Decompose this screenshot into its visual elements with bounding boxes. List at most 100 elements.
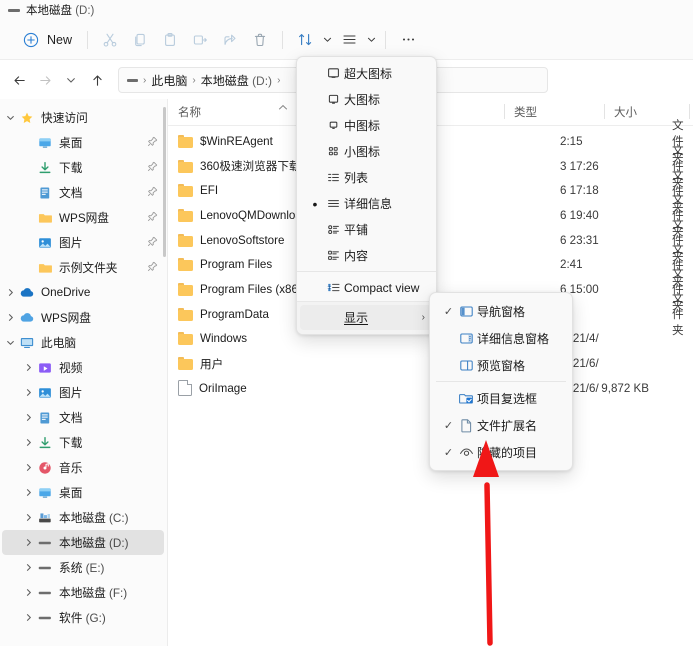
file-date-cell: 3 17:26 — [560, 159, 599, 173]
sidebar-onedrive[interactable]: OneDrive — [2, 280, 164, 305]
sidebar-scrollbar[interactable] — [163, 107, 166, 257]
sidebar-item-label: 本地磁盘 (C:) — [59, 512, 129, 525]
pin-icon[interactable] — [147, 186, 158, 200]
chevron-right-icon[interactable] — [2, 288, 18, 297]
delete-button[interactable] — [245, 26, 275, 54]
chevron-right-icon[interactable] — [20, 588, 36, 597]
chevron-right-icon[interactable] — [20, 388, 36, 397]
sidebar-documents[interactable]: 文档 — [2, 180, 164, 205]
hdd-icon — [36, 610, 54, 626]
sort-button[interactable] — [290, 26, 320, 54]
view-chevron-down-icon[interactable] — [364, 26, 378, 54]
sidebar-drive-c[interactable]: 本地磁盘 (C:) — [2, 505, 164, 530]
share-button[interactable] — [215, 26, 245, 54]
hdd-icon — [36, 535, 54, 551]
sidebar-desktop-pc[interactable]: 桌面 — [2, 480, 164, 505]
chevron-right-icon[interactable] — [2, 313, 18, 322]
chevron-right-icon[interactable] — [20, 363, 36, 372]
chevron-right-icon[interactable] — [20, 613, 36, 622]
sidebar-videos[interactable]: 视频 — [2, 355, 164, 380]
view-button[interactable] — [334, 26, 364, 54]
pin-icon[interactable] — [147, 211, 158, 225]
menu-tiles[interactable]: 平铺 — [300, 217, 433, 242]
recent-locations-button[interactable] — [58, 67, 84, 93]
sidebar-quick-access[interactable]: 快速访问 — [2, 105, 164, 130]
pin-icon[interactable] — [147, 136, 158, 150]
sidebar-drive-e[interactable]: 系统 (E:) — [2, 555, 164, 580]
menu-content[interactable]: 内容 — [300, 243, 433, 268]
menu-show-label: 显示 — [344, 311, 369, 325]
sidebar-pictures[interactable]: 图片 — [2, 230, 164, 255]
menu-extra-large-icons[interactable]: 超大图标 — [300, 61, 433, 86]
breadcrumb-item-drive-d[interactable]: 本地磁盘 (D:) — [201, 72, 272, 89]
sidebar-music[interactable]: 音乐 — [2, 455, 164, 480]
chevron-right-icon[interactable] — [20, 413, 36, 422]
breadcrumb-item-this-pc[interactable]: 此电脑 — [151, 72, 187, 89]
forward-button[interactable] — [32, 67, 58, 93]
submenu-item-checkboxes[interactable]: 项目复选框 — [433, 385, 569, 411]
sidebar-drive-g[interactable]: 软件 (G:) — [2, 605, 164, 630]
chevron-down-icon — [6, 115, 14, 121]
submenu-file-extensions[interactable]: ✓ 文件扩展名 — [433, 412, 569, 438]
chevron-right-icon[interactable] — [20, 563, 36, 572]
chevron-down-icon — [67, 78, 75, 83]
submenu-hidden-items[interactable]: ✓ 隐藏的项目 — [433, 439, 569, 465]
paste-button[interactable] — [155, 26, 185, 54]
nav-pane-icon — [456, 304, 477, 319]
chevron-right-icon[interactable] — [20, 513, 36, 522]
new-button[interactable]: New — [14, 26, 80, 54]
sidebar-pictures-pc[interactable]: 图片 — [2, 380, 164, 405]
menu-small-icons[interactable]: 小图标 — [300, 139, 433, 164]
more-button[interactable] — [393, 26, 423, 54]
menu-compact-view[interactable]: Compact view — [300, 275, 433, 300]
copy-button[interactable] — [125, 26, 155, 54]
navigation-pane: 快速访问 桌面 下载 文档 WPS网盘 图片 示例文件夹 OneDrive WPS网盘 此电脑 视频… — [0, 99, 168, 646]
pin-icon[interactable] — [147, 236, 158, 250]
submenu-navigation-pane[interactable]: ✓ 导航窗格 — [433, 298, 569, 324]
submenu-details-pane[interactable]: 详细信息窗格 — [433, 325, 569, 351]
file-date-cell: 2:15 — [560, 134, 583, 148]
chevron-right-icon — [26, 414, 31, 421]
file-date-cell: 6 19:40 — [560, 208, 599, 222]
chevron-right-icon[interactable] — [20, 538, 36, 547]
menu-show[interactable]: 显示 › — [300, 305, 433, 330]
pin-icon[interactable] — [147, 261, 158, 275]
sidebar-drive-d[interactable]: 本地磁盘 (D:) — [2, 530, 164, 555]
menu-medium-icons[interactable]: 中图标 — [300, 113, 433, 138]
submenu-preview-pane[interactable]: 预览窗格 — [433, 352, 569, 378]
selected-bullet-icon: • — [312, 195, 318, 212]
sidebar-item-label: 桌面 — [59, 487, 83, 500]
submenu-item-checkboxes-label: 项目复选框 — [477, 391, 538, 406]
chevron-right-icon[interactable] — [20, 438, 36, 447]
sidebar-documents-pc[interactable]: 文档 — [2, 405, 164, 430]
menu-list-label: 列表 — [344, 171, 369, 185]
back-button[interactable] — [6, 67, 32, 93]
document-icon — [40, 186, 50, 199]
sidebar-downloads[interactable]: 下载 — [2, 155, 164, 180]
chevron-right-icon[interactable] — [20, 488, 36, 497]
sidebar-this-pc[interactable]: 此电脑 — [2, 330, 164, 355]
show-submenu-items: ✓ 导航窗格 详细信息窗格 预览窗格项目复选框 ✓ 文件扩展名 ✓ 隐藏的项目 — [430, 298, 572, 465]
sidebar-downloads-pc[interactable]: 下载 — [2, 430, 164, 455]
menu-large-icons[interactable]: 大图标 — [300, 87, 433, 112]
rename-button[interactable] — [185, 26, 215, 54]
sidebar-wps-drive[interactable]: WPS网盘 — [2, 205, 164, 230]
folder-icon — [178, 282, 193, 296]
menu-list[interactable]: 列表 — [300, 165, 433, 190]
pin-icon[interactable] — [147, 161, 158, 175]
sidebar-desktop[interactable]: 桌面 — [2, 130, 164, 155]
chevron-down-icon[interactable] — [2, 338, 18, 347]
file-name-label: ProgramData — [200, 307, 269, 321]
chevron-down-icon[interactable] — [2, 113, 18, 122]
ellipsis-icon — [402, 38, 414, 41]
chevron-right-icon[interactable] — [20, 463, 36, 472]
up-button[interactable] — [84, 67, 110, 93]
checkmark-icon: ✓ — [443, 446, 454, 459]
sort-chevron-down-icon[interactable] — [320, 26, 334, 54]
sidebar-drive-f[interactable]: 本地磁盘 (F:) — [2, 580, 164, 605]
sidebar-wps-cloud[interactable]: WPS网盘 — [2, 305, 164, 330]
cut-button[interactable] — [95, 26, 125, 54]
menu-details[interactable]: • 详细信息 — [300, 191, 433, 216]
column-header-type[interactable]: 类型 — [504, 99, 604, 125]
sidebar-sample-folder[interactable]: 示例文件夹 — [2, 255, 164, 280]
